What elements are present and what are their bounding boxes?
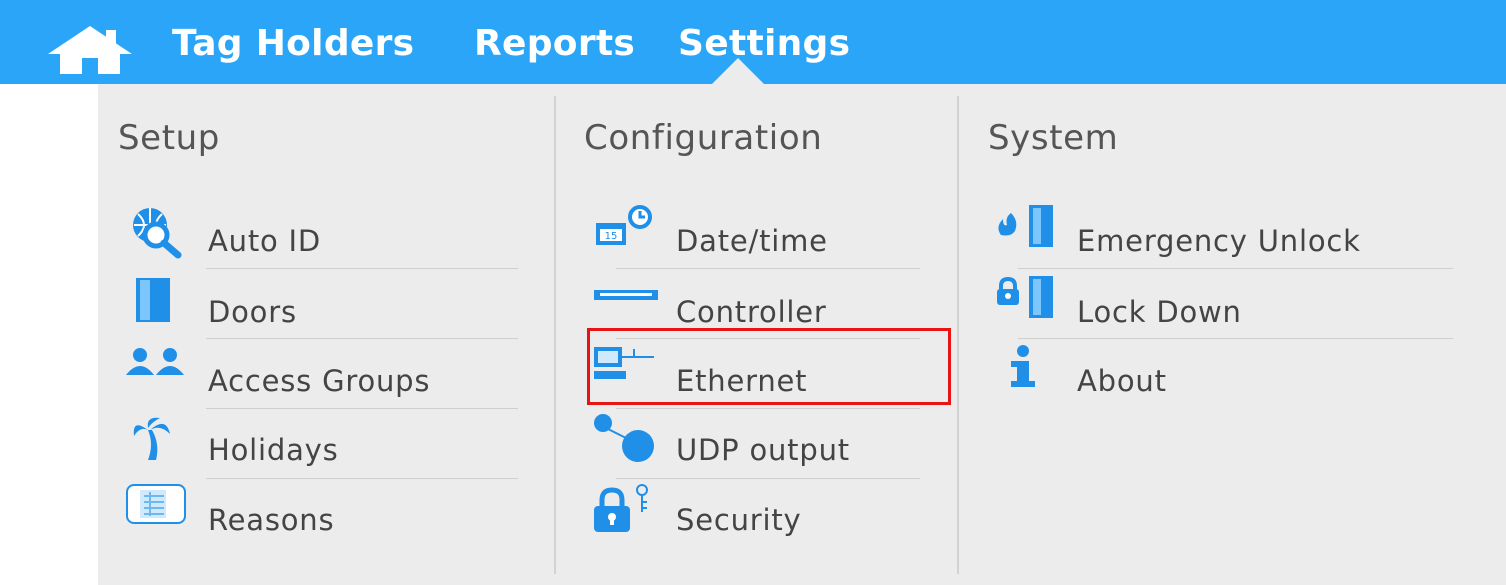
separator: [206, 268, 518, 269]
menu-item-label: Controller: [676, 295, 827, 329]
lock-key-icon: [594, 484, 648, 532]
separator: [616, 268, 920, 269]
menu-item-label: Emergency Unlock: [1077, 224, 1361, 258]
home-icon[interactable]: [44, 24, 136, 74]
configuration-heading: Configuration: [584, 118, 823, 158]
menu-item-security[interactable]: Security: [594, 484, 920, 554]
menu-item-udp-output[interactable]: UDP output: [594, 414, 920, 484]
separator: [1018, 338, 1453, 339]
menu-item-label: Doors: [208, 295, 297, 329]
menu-item-label: Access Groups: [208, 364, 431, 398]
menu-item-date-time[interactable]: 15 Date/time: [594, 205, 920, 275]
dropdown-caret: [712, 58, 764, 84]
ethernet-highlight-box: [587, 328, 951, 405]
menu-item-auto-id[interactable]: Auto ID: [126, 205, 518, 275]
nav-tag-holders[interactable]: Tag Holders: [172, 22, 414, 66]
menu-item-emergency-unlock[interactable]: Emergency Unlock: [995, 205, 1453, 275]
calendar-clock-icon: 15: [596, 205, 652, 245]
setup-heading: Setup: [118, 118, 220, 158]
separator: [206, 478, 518, 479]
list-icon: [126, 484, 186, 524]
separator: [1018, 268, 1453, 269]
menu-item-label: UDP output: [676, 433, 850, 467]
menu-item-label: Security: [676, 503, 802, 537]
menu-item-about[interactable]: About: [995, 345, 1453, 415]
auto-id-icon: [133, 208, 182, 259]
nav-reports[interactable]: Reports: [474, 22, 635, 66]
menu-item-label: About: [1077, 364, 1167, 398]
user-group-icon: [126, 348, 184, 375]
menu-item-label: Auto ID: [208, 224, 322, 258]
udp-output-icon: [594, 414, 654, 462]
menu-item-label: Lock Down: [1077, 295, 1242, 329]
nav-settings[interactable]: Settings: [678, 22, 850, 66]
emergency-unlock-icon: [998, 205, 1053, 247]
menu-item-access-groups[interactable]: Access Groups: [126, 345, 518, 415]
column-divider: [554, 96, 556, 574]
door-icon: [136, 278, 170, 322]
menu-item-doors[interactable]: Doors: [126, 276, 518, 346]
info-icon: [1011, 345, 1035, 387]
palm-tree-icon: [133, 417, 170, 460]
column-divider: [957, 96, 959, 574]
lock-door-icon: [997, 276, 1053, 318]
separator: [206, 338, 518, 339]
menu-item-holidays[interactable]: Holidays: [126, 414, 518, 484]
separator: [206, 408, 518, 409]
separator: [616, 408, 920, 409]
menu-item-lock-down[interactable]: Lock Down: [995, 276, 1453, 346]
menu-item-label: Date/time: [676, 224, 828, 258]
menu-item-label: Holidays: [208, 433, 339, 467]
menu-item-label: Reasons: [208, 503, 335, 537]
svg-text:15: 15: [605, 231, 618, 242]
menu-item-reasons[interactable]: Reasons: [126, 484, 518, 554]
separator: [616, 478, 920, 479]
system-heading: System: [988, 118, 1119, 158]
